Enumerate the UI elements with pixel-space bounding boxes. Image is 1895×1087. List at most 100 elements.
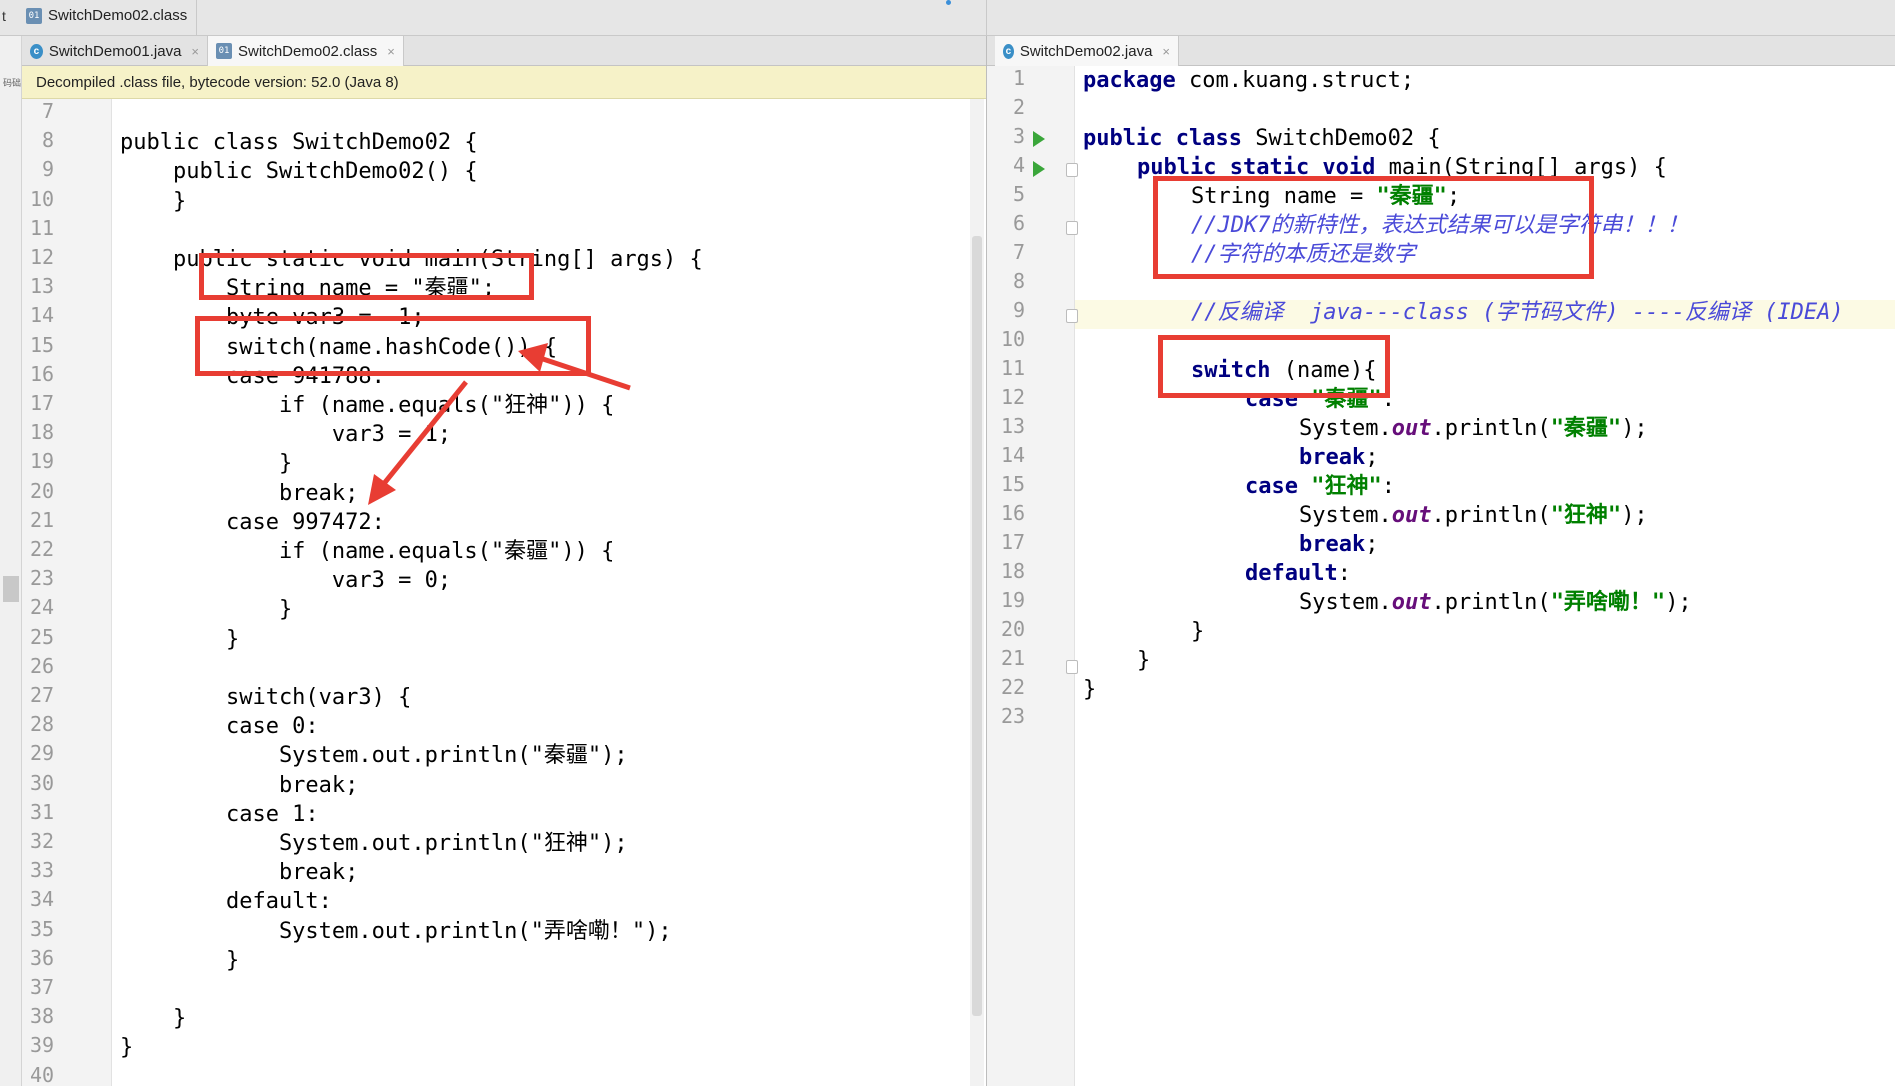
line-number: 29 — [30, 741, 55, 766]
code-line: } — [1083, 677, 1097, 702]
line-number: 11 — [30, 215, 55, 240]
decompiled-banner: Decompiled .class file, bytecode version… — [22, 66, 986, 99]
close-icon[interactable]: × — [387, 44, 395, 59]
line-number: 28 — [30, 712, 55, 737]
code-line: } — [1191, 619, 1205, 644]
code-line: package com.kuang.struct; — [1083, 68, 1415, 93]
line-number: 12 — [30, 245, 55, 269]
line-number: 35 — [30, 916, 55, 941]
line-number: 27 — [30, 683, 55, 707]
line-number: 21 — [1001, 646, 1026, 670]
line-number: 31 — [30, 799, 55, 824]
code-line: System.out.println("狂神"); — [1299, 503, 1648, 528]
line-number: 9 — [42, 157, 55, 182]
run-class-icon[interactable] — [1033, 131, 1045, 147]
code-line: } — [120, 451, 293, 477]
code-line: } — [120, 597, 293, 623]
code-line: } — [1137, 648, 1151, 673]
code-line: break; — [120, 772, 359, 798]
breadcrumb[interactable]: 01 SwitchDemo02.class — [26, 7, 187, 24]
line-number: 25 — [30, 624, 55, 649]
breadcrumb-divider — [196, 0, 197, 36]
line-number: 37 — [30, 975, 55, 999]
project-crumb[interactable]: t — [2, 8, 6, 24]
line-number: 19 — [30, 449, 55, 474]
decompiled-code-editor[interactable]: public class SwitchDemo02 { public Switc… — [112, 99, 974, 1086]
line-number: 36 — [30, 945, 55, 970]
line-number: 18 — [30, 420, 55, 445]
line-number: 39 — [30, 1033, 55, 1058]
breadcrumb-file[interactable]: SwitchDemo02.class — [48, 7, 187, 24]
line-number: 30 — [30, 770, 55, 795]
line-number: 22 — [30, 537, 55, 561]
close-icon[interactable]: × — [191, 44, 199, 59]
line-number: 14 — [1001, 443, 1026, 467]
code-line: public class SwitchDemo02 { — [1083, 126, 1441, 151]
line-number: 13 — [30, 274, 55, 299]
breadcrumb-divider — [986, 0, 987, 36]
annotation-box-string-name — [199, 253, 534, 300]
navigation-bar: t 01 SwitchDemo02.class — [0, 0, 1895, 36]
code-line: break; — [120, 480, 359, 506]
left-line-gutter[interactable]: 7 8 9 10 11 12 13 14 15 16 17 18 19 20 21 22 23 24 25 26 27 2… — [22, 99, 112, 1087]
line-number: 14 — [30, 303, 55, 328]
line-number: 6 — [1013, 211, 1026, 235]
java-file-icon: c — [30, 43, 43, 59]
line-number: 5 — [1013, 182, 1026, 206]
code-line: } — [120, 947, 240, 973]
line-number: 22 — [1001, 675, 1026, 699]
line-number: 21 — [30, 507, 55, 532]
code-line: default: — [120, 889, 332, 915]
line-number: 15 — [1001, 472, 1026, 496]
line-number: 32 — [30, 829, 55, 853]
line-number: 11 — [1001, 356, 1026, 380]
line-number: 7 — [1013, 240, 1026, 264]
line-number: 17 — [30, 391, 55, 415]
right-line-gutter[interactable]: 1 2 3 4 5 6 7 8 9 10 11 12 13 14 15 16 17 18 19 20 21 22 23 — [987, 66, 1075, 1086]
java-file-icon: c — [1003, 43, 1014, 59]
line-number: 3 — [1013, 124, 1026, 148]
tab-switchdemo01-java[interactable]: c SwitchDemo01.java × — [22, 36, 208, 66]
line-number: 2 — [1013, 95, 1026, 119]
code-line: System.out.println("秦疆"); — [1299, 416, 1648, 441]
line-number: 8 — [42, 128, 55, 153]
code-line: break; — [1299, 445, 1379, 470]
tab-label: SwitchDemo02.java — [1019, 42, 1153, 60]
code-line: } — [120, 188, 187, 214]
line-number: 10 — [1001, 327, 1026, 351]
line-number: 8 — [1013, 269, 1026, 293]
line-number: 19 — [1001, 588, 1026, 612]
line-number: 20 — [1001, 617, 1026, 641]
line-number: 34 — [30, 887, 55, 912]
code-line: System.out.println("弄啥嘞！"); — [120, 918, 672, 944]
code-line: System.out.println("弄啥嘞！"); — [1299, 590, 1692, 615]
code-line: } — [120, 1006, 187, 1032]
line-number: 10 — [30, 186, 55, 211]
code-line: var3 = 0; — [120, 568, 452, 594]
line-number: 16 — [1001, 501, 1026, 525]
code-line: public SwitchDemo02() { — [120, 159, 478, 185]
line-number: 15 — [30, 332, 55, 357]
close-icon[interactable]: × — [1162, 44, 1170, 59]
tool-window-label[interactable]: 码础 — [3, 76, 21, 89]
run-main-icon[interactable] — [1033, 161, 1045, 177]
drag-handle[interactable] — [946, 0, 951, 5]
annotation-box-switch-name — [1158, 335, 1390, 398]
code-line: case "狂神": — [1245, 474, 1395, 499]
tab-switchdemo02-class[interactable]: 01 SwitchDemo02.class × — [208, 36, 404, 66]
line-number: 7 — [42, 99, 55, 123]
code-line: case 0: — [120, 714, 319, 740]
code-line: if (name.equals("秦疆")) { — [120, 539, 615, 564]
code-line: switch(var3) { — [120, 685, 412, 710]
code-line: } — [120, 626, 240, 652]
code-line: public class SwitchDemo02 { — [120, 130, 478, 156]
code-line: System.out.println("秦疆"); — [120, 743, 628, 769]
line-number: 26 — [30, 653, 55, 678]
tab-switchdemo02-java[interactable]: c SwitchDemo02.java × — [995, 36, 1179, 66]
line-number: 23 — [1001, 704, 1026, 728]
line-number: 12 — [1001, 385, 1026, 409]
code-line: if (name.equals("狂神")) { — [120, 393, 615, 418]
right-editor-tabs: c SwitchDemo02.java × — [987, 36, 1895, 66]
tool-window-marker[interactable] — [3, 576, 19, 602]
annotation-box-jdk7-comment — [1153, 176, 1594, 279]
